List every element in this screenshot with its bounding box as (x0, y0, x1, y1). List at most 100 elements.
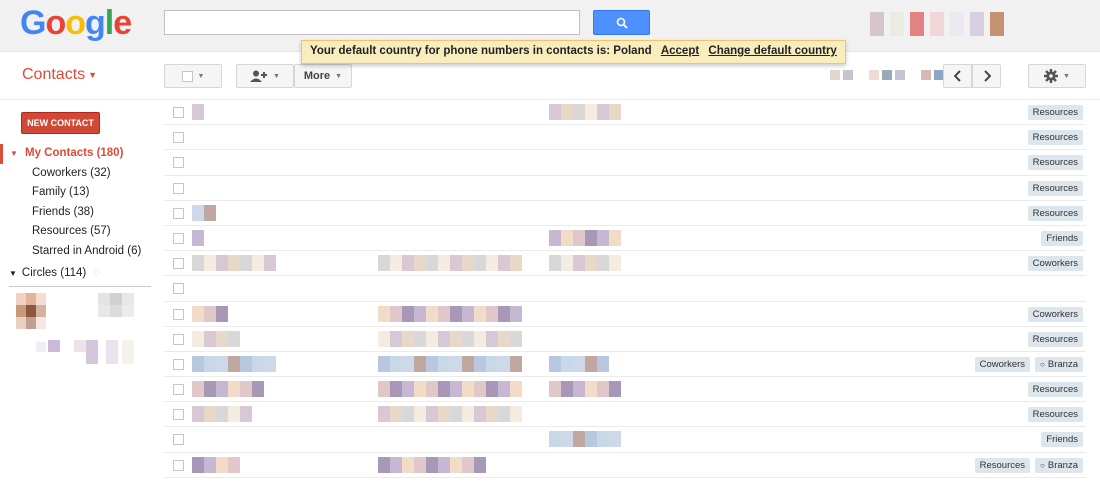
row-checkbox[interactable] (173, 232, 184, 244)
contact-phone (549, 431, 621, 448)
row-checkbox[interactable] (173, 384, 184, 396)
label-badge[interactable]: Resources (1027, 105, 1083, 120)
account-area[interactable] (870, 12, 1004, 36)
row-checkbox[interactable] (173, 182, 184, 194)
sidebar-item-circles[interactable]: ▼ Circles (114) ◌ (9, 267, 100, 279)
chevron-down-icon: ▼ (335, 72, 343, 80)
contact-email (378, 456, 486, 473)
row-checkbox[interactable] (173, 132, 184, 144)
label-badge[interactable]: Resources (1027, 205, 1083, 221)
label-badge[interactable]: Coworkers (1027, 256, 1083, 272)
row-checkbox[interactable] (173, 308, 184, 320)
label-badge[interactable]: ○ Branza (1035, 457, 1083, 473)
contacts-menu[interactable]: Contacts ▼ (22, 66, 97, 84)
next-page-button[interactable] (972, 64, 1001, 88)
settings-button[interactable]: ▼ (1028, 64, 1086, 88)
search-input[interactable] (164, 10, 580, 35)
label-badge[interactable]: Resources (1027, 407, 1083, 423)
contact-email (378, 355, 522, 372)
circle-avatars[interactable] (16, 293, 146, 368)
label-badge[interactable]: Coworkers (974, 356, 1031, 372)
contact-labels: Resources (1027, 155, 1083, 171)
contact-labels: Resources (1027, 205, 1083, 221)
contact-name (192, 406, 252, 423)
contact-labels: Friends (1041, 230, 1083, 246)
checkbox-icon (181, 70, 193, 82)
label-badge[interactable]: Resources (1027, 331, 1083, 347)
label-badge[interactable]: Coworkers (1027, 306, 1083, 322)
table-row[interactable]: Coworkers ○ Branza (164, 352, 1086, 378)
label-badge[interactable]: Resources (1027, 382, 1083, 398)
row-checkbox[interactable] (173, 207, 184, 219)
contact-email (378, 330, 522, 347)
pager-range (830, 70, 944, 80)
table-row[interactable]: Resources (164, 150, 1086, 176)
sidebar-item-resources[interactable]: Resources (57) (0, 222, 160, 242)
row-checkbox[interactable] (173, 107, 184, 118)
contact-labels: Resources (1027, 180, 1083, 196)
table-row[interactable]: Friends (164, 427, 1086, 453)
google-logo[interactable]: Google (20, 4, 132, 43)
row-checkbox[interactable] (173, 157, 184, 169)
row-checkbox[interactable] (173, 333, 184, 345)
label-badge[interactable]: Friends (1041, 432, 1083, 448)
circle-icon: ○ (1040, 359, 1045, 369)
sidebar-item-my-contacts[interactable]: ▼ My Contacts (180) (0, 144, 160, 164)
search-button[interactable] (593, 10, 650, 35)
add-person-icon (250, 70, 268, 82)
circles-divider (9, 286, 151, 287)
table-row[interactable]: Resources ○ Branza (164, 453, 1086, 478)
table-row[interactable]: Resources (164, 176, 1086, 201)
circles-icon: ◌ (93, 267, 101, 279)
label-badge[interactable]: Resources (1027, 130, 1083, 146)
more-button[interactable]: More ▼ (294, 64, 352, 88)
contact-phone (549, 104, 621, 120)
row-checkbox[interactable] (173, 459, 184, 471)
sidebar-item-starred-android[interactable]: Starred in Android (6) (0, 242, 160, 262)
select-checkbox-button[interactable]: ▼ (164, 64, 222, 88)
table-row[interactable]: Resources (164, 201, 1086, 226)
label-badge[interactable]: Resources (974, 457, 1031, 473)
label-badge[interactable]: Resources (1027, 180, 1083, 196)
label-badge[interactable]: Friends (1041, 230, 1083, 246)
contact-labels: Resources ○ Branza (974, 457, 1083, 473)
sidebar-nav: ▼ My Contacts (180) Coworkers (32) Family… (0, 144, 160, 261)
table-row[interactable] (164, 276, 1086, 302)
table-row[interactable]: Friends (164, 226, 1086, 252)
more-label: More (303, 70, 331, 82)
row-checkbox[interactable] (173, 258, 184, 270)
contact-name (192, 255, 276, 272)
table-row[interactable]: Resources (164, 100, 1086, 126)
sidebar-item-family[interactable]: Family (13) (0, 183, 160, 203)
sidebar-item-friends[interactable]: Friends (38) (0, 203, 160, 223)
gear-icon (1044, 69, 1059, 83)
change-country-link[interactable]: Change default country (708, 45, 836, 57)
contact-phone (549, 381, 621, 398)
table-row[interactable]: Resources (164, 377, 1086, 403)
row-checkbox[interactable] (173, 434, 184, 446)
chevron-down-icon: ▼ (197, 72, 205, 80)
previous-page-button[interactable] (943, 64, 972, 88)
label-badge[interactable]: Resources (1027, 155, 1083, 171)
contact-email (378, 406, 522, 423)
table-row[interactable]: Resources (164, 125, 1086, 151)
row-checkbox[interactable] (173, 358, 184, 370)
chevron-down-icon: ▼ (88, 69, 98, 80)
search-icon (616, 17, 628, 29)
table-row[interactable]: Coworkers (164, 251, 1086, 277)
add-to-circle-button[interactable]: ▼ (236, 64, 294, 88)
table-row[interactable]: Resources (164, 327, 1086, 352)
label-badge[interactable]: ○ Branza (1035, 356, 1083, 372)
row-checkbox[interactable] (173, 409, 184, 421)
chevron-left-icon (953, 70, 961, 82)
row-checkbox[interactable] (173, 283, 184, 295)
sidebar-item-coworkers[interactable]: Coworkers (32) (0, 164, 160, 184)
contact-name (192, 355, 276, 372)
sidebar-item-label: Circles (114) (21, 267, 87, 279)
accept-link[interactable]: Accept (661, 45, 699, 57)
chevron-right-icon (983, 70, 991, 82)
new-contact-button[interactable]: NEW CONTACT (21, 112, 100, 134)
contact-email (378, 255, 522, 272)
table-row[interactable]: Coworkers (164, 302, 1086, 327)
table-row[interactable]: Resources (164, 402, 1086, 428)
